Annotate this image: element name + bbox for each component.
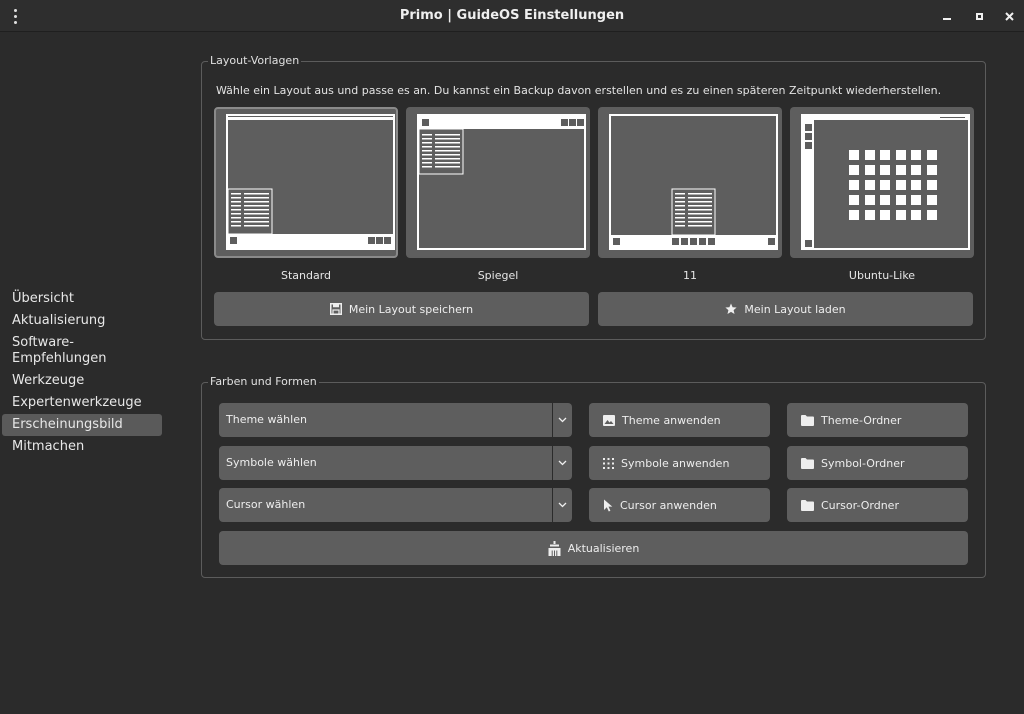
- refresh-label: Aktualisieren: [567, 541, 640, 555]
- layout-11-preview: [609, 114, 778, 250]
- sidebar-item-overview[interactable]: Übersicht: [2, 288, 162, 310]
- layout-standard-preview: [226, 114, 395, 250]
- layout-description: Wähle ein Layout aus und passe es an. Du…: [216, 84, 942, 97]
- close-icon: [1004, 11, 1014, 21]
- broom-icon: [548, 540, 561, 556]
- theme-select[interactable]: Theme wählen: [219, 403, 572, 437]
- chevron-down-icon[interactable]: [552, 488, 572, 522]
- maximize-button[interactable]: [968, 6, 990, 26]
- layout-templates-title: Layout-Vorlagen: [208, 54, 302, 68]
- layout-card-standard[interactable]: [214, 107, 398, 258]
- sidebar-item-software-recommendations[interactable]: Software- Empfehlungen: [2, 332, 162, 370]
- layout-name-standard: Standard: [280, 269, 332, 282]
- chevron-down-icon[interactable]: [552, 403, 572, 437]
- colors-shapes-title: Farben und Formen: [208, 375, 319, 389]
- save-layout-label: Mein Layout speichern: [348, 302, 474, 316]
- minimize-button[interactable]: [936, 6, 958, 26]
- theme-select-value: Theme wählen: [226, 413, 307, 426]
- image-icon: [603, 414, 615, 426]
- folder-icon: [801, 457, 814, 469]
- layout-card-ubuntu-like[interactable]: [790, 107, 974, 258]
- icons-select-value: Symbole wählen: [226, 456, 317, 469]
- sidebar: Übersicht Aktualisierung Software- Empfe…: [2, 288, 162, 458]
- floppy-disk-icon: [329, 303, 342, 315]
- icons-folder-button[interactable]: Symbol-Ordner: [787, 446, 968, 480]
- title-bar: Primo | GuideOS Einstellungen: [0, 0, 1024, 32]
- cursor-arrow-icon: [604, 499, 613, 511]
- folder-icon: [801, 414, 814, 426]
- cursor-folder-label: Cursor-Ordner: [821, 498, 899, 512]
- window-title: Primo | GuideOS Einstellungen: [399, 8, 625, 23]
- sidebar-item-contribute[interactable]: Mitmachen: [2, 436, 162, 458]
- layout-name-spiegel: Spiegel: [477, 269, 519, 282]
- icons-select[interactable]: Symbole wählen: [219, 446, 572, 480]
- load-layout-label: Mein Layout laden: [744, 302, 846, 316]
- star-icon: [725, 303, 737, 314]
- folder-icon: [801, 499, 814, 511]
- layout-spiegel-preview: [417, 114, 586, 250]
- close-button[interactable]: [998, 6, 1020, 26]
- load-layout-button[interactable]: Mein Layout laden: [598, 292, 973, 326]
- theme-folder-button[interactable]: Theme-Ordner: [787, 403, 968, 437]
- cursor-folder-button[interactable]: Cursor-Ordner: [787, 488, 968, 522]
- cursor-select[interactable]: Cursor wählen: [219, 488, 572, 522]
- sidebar-item-updates[interactable]: Aktualisierung: [2, 310, 162, 332]
- layout-templates-frame: Layout-Vorlagen Wähle ein Layout aus und…: [201, 54, 986, 340]
- apply-theme-label: Theme anwenden: [622, 413, 721, 427]
- layout-name-ubuntu-like: Ubuntu-Like: [848, 269, 916, 282]
- apply-icons-label: Symbole anwenden: [621, 456, 730, 470]
- maximize-icon: [975, 12, 983, 20]
- minimize-icon: [943, 18, 951, 20]
- sidebar-item-tools[interactable]: Werkzeuge: [2, 370, 162, 392]
- icons-folder-label: Symbol-Ordner: [821, 456, 905, 470]
- chevron-down-icon[interactable]: [552, 446, 572, 480]
- theme-folder-label: Theme-Ordner: [821, 413, 902, 427]
- save-layout-button[interactable]: Mein Layout speichern: [214, 292, 589, 326]
- colors-shapes-frame: Farben und Formen Theme wählen Symbole w…: [201, 375, 986, 578]
- apply-theme-button[interactable]: Theme anwenden: [589, 403, 770, 437]
- layout-card-11[interactable]: [598, 107, 782, 258]
- apply-cursor-label: Cursor anwenden: [620, 498, 717, 512]
- sidebar-item-appearance[interactable]: Erscheinungsbild: [2, 414, 162, 436]
- refresh-button[interactable]: Aktualisieren: [219, 531, 968, 565]
- layout-card-spiegel[interactable]: [406, 107, 590, 258]
- sidebar-item-expert-tools[interactable]: Expertenwerkzeuge: [2, 392, 162, 414]
- grid-icon: [603, 457, 614, 469]
- layout-ubuntu-like-preview: [801, 114, 970, 250]
- cursor-select-value: Cursor wählen: [226, 498, 306, 511]
- apply-cursor-button[interactable]: Cursor anwenden: [589, 488, 770, 522]
- apply-icons-button[interactable]: Symbole anwenden: [589, 446, 770, 480]
- layout-name-11: 11: [683, 269, 697, 282]
